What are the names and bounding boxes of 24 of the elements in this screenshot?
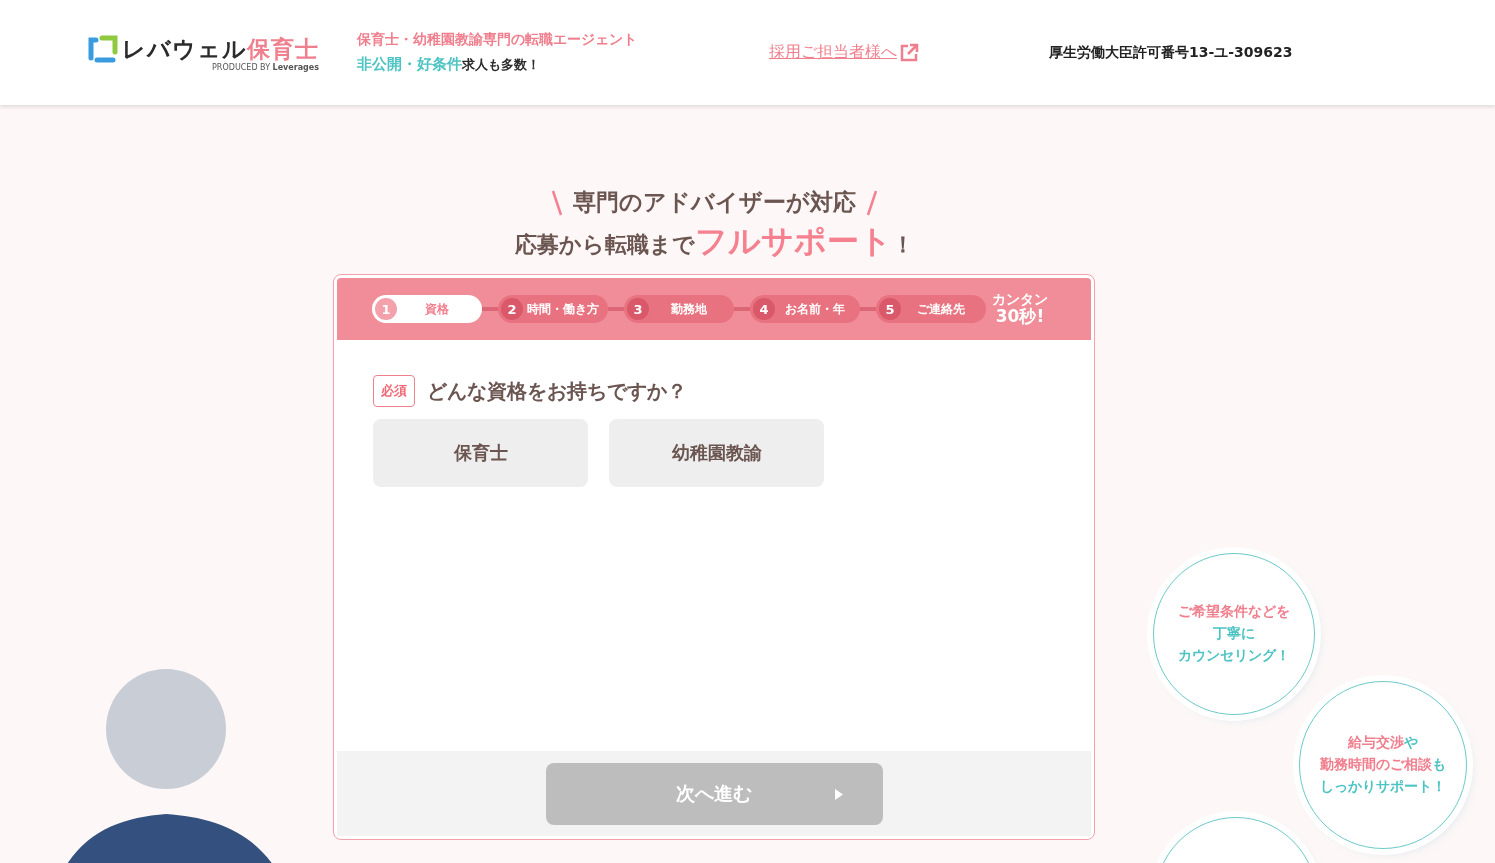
duration-value: 30秒! (995, 307, 1045, 327)
tagline-text: 保育士・幼稚園教諭専門の転職エージェント (357, 31, 637, 49)
logo-icon (88, 34, 118, 64)
external-link-icon (899, 42, 919, 63)
option-button[interactable]: 幼稚園教諭 (609, 419, 824, 487)
slash-icon (550, 188, 563, 217)
step-tab[interactable]: 5 ご連絡先 (876, 295, 986, 323)
logo-text: レバウェル保育士 (122, 34, 319, 63)
step-tab[interactable]: 4 お名前・年 (750, 295, 860, 323)
license-number: 厚生労働大臣許可番号13-ユ-309623 (1049, 43, 1293, 62)
question-text: どんな資格をお持ちですか？ (427, 377, 687, 405)
headline-text: 専門のアドバイザーが対応 (572, 188, 856, 217)
duration-label: カンタン (992, 291, 1048, 308)
employer-link[interactable]: 採用ご担当者様へ (769, 42, 919, 63)
option-button[interactable]: 保育士 (373, 419, 588, 487)
tagline-text: 非公開・好条件求人も多数！ (357, 55, 541, 74)
logo-byline: PRODUCED BY Leverages (212, 62, 319, 72)
slash-icon (865, 188, 878, 217)
headline-text: 応募から転職までフルサポート！ (514, 221, 914, 262)
step-tab[interactable]: 3 勤務地 (624, 295, 734, 323)
step-tab[interactable]: 1 資格 (372, 295, 482, 323)
required-badge: 必須 (373, 375, 415, 407)
step-tab[interactable]: 2 時間・働き方 (498, 295, 608, 323)
caret-icon (834, 788, 843, 800)
